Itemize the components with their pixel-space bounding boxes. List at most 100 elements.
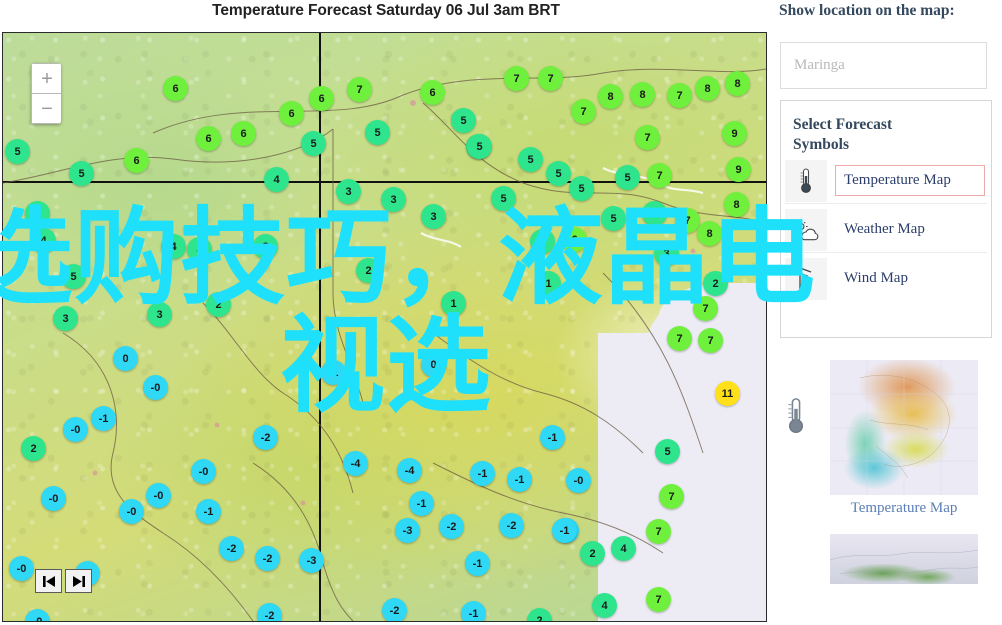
temperature-marker[interactable]: 7 xyxy=(347,77,372,102)
temperature-marker[interactable]: -1 xyxy=(540,425,565,450)
temperature-marker[interactable]: 3 xyxy=(53,306,78,331)
temperature-marker[interactable]: -1 xyxy=(196,499,221,524)
temperature-marker[interactable]: -0 xyxy=(146,483,171,508)
map-canvas[interactable]: + − 5666665445344 3 3 2 4 5 6 7 5 3 3 6 … xyxy=(2,32,767,622)
temperature-marker[interactable]: -1 xyxy=(461,601,486,621)
temperature-marker[interactable]: 4 xyxy=(31,228,56,253)
next-frame-button[interactable] xyxy=(65,569,92,593)
temperature-marker[interactable]: 7 xyxy=(538,66,563,91)
temperature-marker[interactable]: 3 xyxy=(253,234,278,259)
temperature-marker[interactable]: 2 xyxy=(580,541,605,566)
thumbnail-weather-map[interactable] xyxy=(772,534,1002,594)
temperature-marker[interactable]: 2 xyxy=(703,271,728,296)
temperature-marker[interactable]: 5 xyxy=(301,131,326,156)
temperature-marker[interactable]: 7 xyxy=(698,328,723,353)
temperature-marker[interactable]: 8 xyxy=(724,192,749,217)
temperature-marker[interactable]: -2 xyxy=(219,536,244,561)
temperature-marker[interactable]: 7 xyxy=(675,208,700,233)
temperature-marker[interactable]: 7 xyxy=(635,125,660,150)
temperature-marker[interactable]: -2 xyxy=(253,425,278,450)
thumbnail-temperature-map[interactable]: Temperature Map xyxy=(772,348,1002,530)
temperature-marker[interactable]: 6 xyxy=(309,86,334,111)
thumbnail-image[interactable] xyxy=(830,360,978,495)
temperature-marker[interactable]: 5 xyxy=(467,134,492,159)
temperature-marker[interactable]: 3 xyxy=(381,187,406,212)
temperature-marker[interactable]: 4 xyxy=(161,234,186,259)
temperature-marker[interactable]: 4 xyxy=(530,229,555,254)
temperature-marker[interactable]: 5 xyxy=(365,120,390,145)
temperature-marker[interactable]: 2 xyxy=(356,258,381,283)
temperature-marker[interactable]: -0 xyxy=(41,486,66,511)
temperature-marker[interactable]: -1 xyxy=(507,467,532,492)
temperature-marker[interactable]: 4 xyxy=(25,201,50,226)
temperature-marker[interactable]: 2 xyxy=(21,436,46,461)
temperature-marker[interactable]: 3 xyxy=(147,302,172,327)
temperature-marker[interactable]: 5 xyxy=(601,206,626,231)
temperature-marker[interactable]: -2 xyxy=(499,513,524,538)
symbol-option-temperature-map[interactable]: Temperature Map xyxy=(781,159,991,203)
temperature-marker[interactable]: -2 xyxy=(257,603,282,621)
temperature-marker[interactable]: 1 xyxy=(441,291,466,316)
temperature-marker[interactable]: 5 xyxy=(655,439,680,464)
temperature-marker[interactable]: 5 xyxy=(69,161,94,186)
temperature-marker[interactable]: 4 xyxy=(187,237,212,262)
temperature-marker[interactable]: 5 xyxy=(569,176,594,201)
temperature-marker[interactable]: 6 xyxy=(124,148,149,173)
temperature-marker[interactable]: -1 xyxy=(409,491,434,516)
temperature-marker[interactable]: -1 xyxy=(321,360,346,385)
temperature-marker[interactable]: -2 xyxy=(382,598,407,621)
zoom-out-button[interactable]: − xyxy=(31,94,61,124)
temperature-marker[interactable]: 2 xyxy=(206,292,231,317)
temperature-marker[interactable]: 3 xyxy=(654,241,679,266)
temperature-marker[interactable]: 5 xyxy=(491,186,516,211)
temperature-marker[interactable]: -0 xyxy=(9,556,34,581)
temperature-marker[interactable]: -1 xyxy=(465,551,490,576)
temperature-marker[interactable]: 0 xyxy=(421,352,446,377)
temperature-marker[interactable]: 7 xyxy=(571,99,596,124)
temperature-marker[interactable]: -3 xyxy=(395,518,420,543)
temperature-marker[interactable]: 9 xyxy=(722,121,747,146)
temperature-marker[interactable]: -2 xyxy=(439,514,464,539)
temperature-marker[interactable]: 7 xyxy=(646,519,671,544)
temperature-marker[interactable]: -0 xyxy=(191,459,216,484)
temperature-marker[interactable]: -1 xyxy=(91,406,116,431)
temperature-marker[interactable]: 7 xyxy=(667,326,692,351)
location-input[interactable] xyxy=(780,42,987,89)
temperature-marker[interactable]: -0 xyxy=(63,417,88,442)
temperature-marker[interactable]: 7 xyxy=(667,83,692,108)
temperature-marker[interactable]: 6 xyxy=(196,126,221,151)
temperature-marker[interactable]: -3 xyxy=(299,548,324,573)
temperature-marker[interactable]: 6 xyxy=(163,76,188,101)
temperature-marker[interactable]: -4 xyxy=(397,458,422,483)
temperature-marker[interactable]: 8 xyxy=(695,76,720,101)
temperature-marker[interactable]: 7 xyxy=(693,296,718,321)
temperature-marker[interactable]: 6 xyxy=(562,227,587,252)
temperature-marker[interactable]: 4 xyxy=(264,167,289,192)
temperature-marker[interactable]: 9 xyxy=(726,157,751,182)
temperature-marker[interactable]: 7 xyxy=(646,587,671,612)
temperature-marker[interactable]: 0 xyxy=(113,346,138,371)
temperature-marker[interactable]: 11 xyxy=(715,381,740,406)
temperature-marker[interactable]: 5 xyxy=(642,201,667,226)
temperature-marker[interactable]: 6 xyxy=(420,80,445,105)
temperature-marker[interactable]: -1 xyxy=(552,518,577,543)
thumbnail-image[interactable] xyxy=(830,534,978,584)
zoom-in-button[interactable]: + xyxy=(31,63,61,94)
temperature-marker[interactable]: 7 xyxy=(647,163,672,188)
temperature-marker[interactable]: 7 xyxy=(504,66,529,91)
previous-frame-button[interactable] xyxy=(35,569,62,593)
temperature-marker[interactable]: -0 xyxy=(566,468,591,493)
temperature-marker[interactable]: 5 xyxy=(451,108,476,133)
temperature-marker[interactable]: 4 xyxy=(592,593,617,618)
temperature-marker[interactable]: 5 xyxy=(5,139,30,164)
temperature-marker[interactable]: 7 xyxy=(659,484,684,509)
temperature-marker[interactable]: 8 xyxy=(598,84,623,109)
temperature-marker[interactable]: 8 xyxy=(725,71,750,96)
temperature-marker[interactable]: -1 xyxy=(470,461,495,486)
temperature-marker[interactable]: -2 xyxy=(255,546,280,571)
temperature-marker[interactable]: 6 xyxy=(279,101,304,126)
temperature-marker[interactable]: 5 xyxy=(615,165,640,190)
zoom-controls[interactable]: + − xyxy=(31,63,61,124)
temperature-marker[interactable]: 5 xyxy=(546,161,571,186)
temperature-marker[interactable]: 8 xyxy=(630,82,655,107)
